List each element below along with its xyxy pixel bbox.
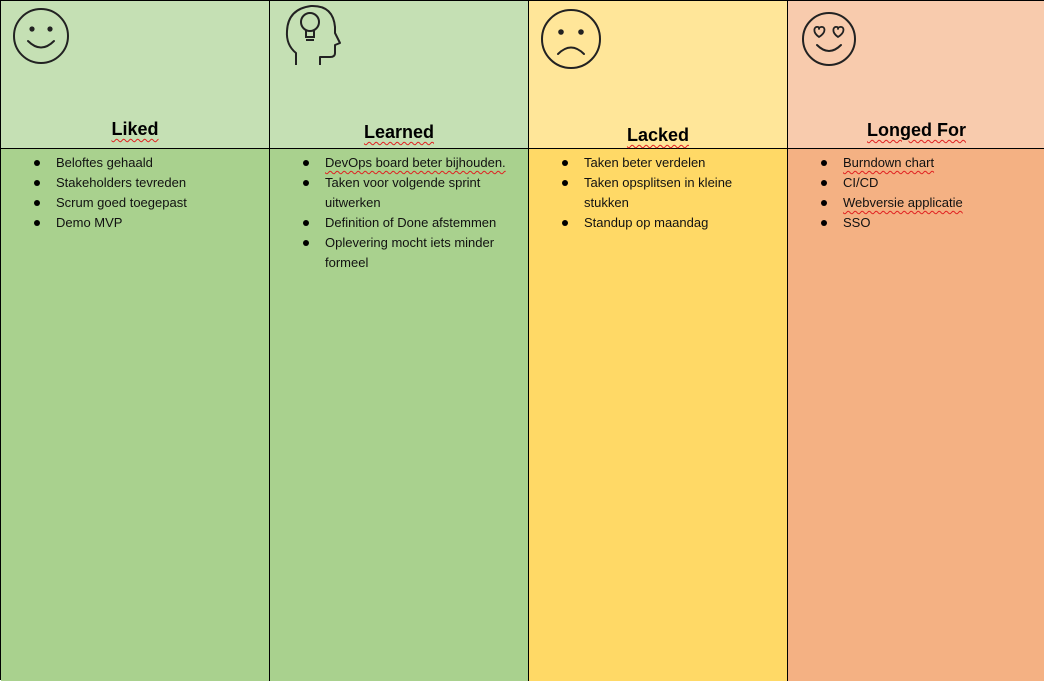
liked-header: Liked xyxy=(1,1,269,149)
learned-title: Learned xyxy=(363,122,435,142)
list-item: Standup op maandag xyxy=(562,213,774,233)
list-item: DevOps board beter bijhouden. xyxy=(303,153,525,173)
retrospective-board: Liked Beloftes gehaald Stakeholders tevr… xyxy=(0,0,1044,681)
liked-column: Liked Beloftes gehaald Stakeholders tevr… xyxy=(1,1,270,681)
list-item: Burndown chart xyxy=(821,153,1033,173)
sad-face-icon xyxy=(541,9,601,69)
learned-list: DevOps board beter bijhouden. Taken voor… xyxy=(303,153,525,273)
heart-eyes-face-icon xyxy=(802,12,856,66)
lacked-body[interactable]: Taken beter verdelen Taken opsplitsen in… xyxy=(529,149,787,681)
longed-for-header: Longed For xyxy=(788,1,1044,149)
lacked-list: Taken beter verdelen Taken opsplitsen in… xyxy=(562,153,774,233)
liked-body[interactable]: Beloftes gehaald Stakeholders tevreden S… xyxy=(1,149,269,681)
learned-body[interactable]: DevOps board beter bijhouden. Taken voor… xyxy=(270,149,528,681)
lacked-title: Lacked xyxy=(626,125,690,145)
list-item: Webversie applicatie xyxy=(821,193,1033,213)
longed-for-column: Longed For Burndown chart CI/CD Webversi… xyxy=(788,1,1044,681)
list-item: Stakeholders tevreden xyxy=(34,173,256,193)
list-item: SSO xyxy=(821,213,1033,233)
head-lightbulb-icon xyxy=(285,4,341,65)
learned-header: Learned xyxy=(270,1,528,149)
longed-for-list: Burndown chart CI/CD Webversie applicati… xyxy=(821,153,1033,233)
list-item: Oplevering mocht iets minder formeel xyxy=(303,233,525,273)
lacked-header: Lacked xyxy=(529,1,787,149)
longed-for-title: Longed For xyxy=(867,120,966,140)
list-item: Definition of Done afstemmen xyxy=(303,213,525,233)
longed-for-body[interactable]: Burndown chart CI/CD Webversie applicati… xyxy=(788,149,1044,681)
liked-title: Liked xyxy=(111,119,159,139)
smiley-face-icon xyxy=(13,8,69,64)
list-item: Taken voor volgende sprint uitwerken xyxy=(303,173,525,213)
list-item: Taken beter verdelen xyxy=(562,153,774,173)
list-item: Scrum goed toegepast xyxy=(34,193,256,213)
liked-list: Beloftes gehaald Stakeholders tevreden S… xyxy=(34,153,256,233)
list-item: Demo MVP xyxy=(34,213,256,233)
lacked-column: Lacked Taken beter verdelen Taken opspli… xyxy=(529,1,788,681)
learned-column: Learned DevOps board beter bijhouden. Ta… xyxy=(270,1,529,681)
list-item: CI/CD xyxy=(821,173,1033,193)
list-item: Taken opsplitsen in kleine stukken xyxy=(562,173,774,213)
list-item: Beloftes gehaald xyxy=(34,153,256,173)
